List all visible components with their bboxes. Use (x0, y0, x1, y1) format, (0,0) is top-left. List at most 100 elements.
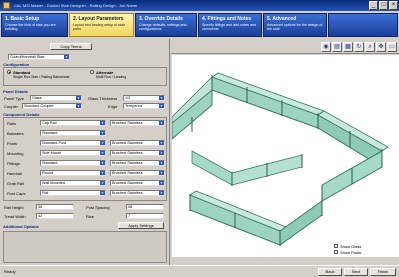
stair-railing-render (172, 55, 399, 257)
step-basic-setup[interactable]: 1. Basic Setup Choose the kind of stair … (1, 13, 68, 37)
zoom-icon[interactable]: ⌕ (365, 42, 375, 52)
step-desc: Choose the kind of stair you are buildin… (5, 23, 56, 32)
chevron-down-icon[interactable]: ▼ (159, 96, 164, 100)
app-icon (3, 2, 10, 9)
chevron-down-icon[interactable]: ▼ (100, 161, 105, 165)
component-select[interactable]: Cap Rail ▼ (40, 120, 106, 126)
components-group: Rails Cap Rail ▼ Brushed Stainless ▼ Balus… (3, 117, 167, 201)
component-value: Cap Rail (42, 121, 57, 125)
chevron-down-icon[interactable]: ▼ (159, 171, 164, 175)
status-bar: Ready Back Next Finish (0, 265, 399, 277)
apply-settings-button[interactable]: Apply Settings (118, 222, 164, 229)
component-finish-select[interactable]: Brushed Stainless ▼ (110, 180, 165, 186)
step-label: 4. Fittings and Notes (202, 16, 252, 22)
viewport-options: Show Glass Show Posts (332, 243, 399, 257)
style-select-value: Guard/Handrail Stair (10, 55, 45, 59)
title-bar: CAL MSI Master - Guided Stair Designer -… (0, 0, 399, 11)
maximize-icon[interactable]: □ (379, 1, 388, 10)
chevron-down-icon[interactable]: ▼ (159, 161, 164, 165)
eye-icon[interactable]: ◉ (321, 42, 331, 52)
component-finish-value: Brushed Stainless (112, 121, 143, 125)
component-finish-value: Brushed Stainless (112, 141, 143, 145)
next-button[interactable]: Next (344, 268, 368, 276)
component-select[interactable]: Round ▼ (40, 170, 106, 176)
component-finish-select[interactable]: Brushed Stainless ▼ (110, 120, 165, 126)
chevron-down-icon[interactable]: ▼ (100, 151, 105, 155)
component-select[interactable]: Standard Post ▼ (40, 140, 106, 146)
component-value: Standard Post (42, 141, 67, 145)
chevron-down-icon[interactable]: ▼ (76, 96, 81, 100)
component-label: Post Caps (7, 191, 26, 196)
step-desc: Specify fittings and add notes and comme… (202, 23, 256, 32)
chevron-down-icon[interactable]: ▼ (159, 151, 164, 155)
component-finish-select[interactable]: Brushed Stainless ▼ (110, 160, 165, 166)
glass-thickness-select[interactable]: 1/2 ▼ (123, 95, 165, 101)
step-advanced[interactable]: 5. Advanced Advanced options for the des… (263, 13, 327, 37)
print-icon[interactable]: ▭ (387, 42, 397, 52)
component-select[interactable]: Side Mount ▼ (40, 150, 106, 156)
chevron-down-icon[interactable]: ▼ (100, 141, 105, 145)
edge-label: Edge (108, 104, 118, 109)
chevron-down-icon[interactable]: ▼ (76, 104, 81, 108)
component-select[interactable]: Standard ▼ (40, 160, 106, 166)
step-spacer (328, 13, 398, 37)
component-finish-select[interactable]: Brushed Stainless ▼ (110, 170, 165, 176)
show-posts-label: Show Posts (340, 250, 362, 255)
edge-select[interactable]: Tempered ▼ (123, 103, 165, 109)
rotate-icon[interactable]: ↻ (354, 42, 364, 52)
config-alternate-radio[interactable] (90, 70, 94, 74)
step-layout-parameters[interactable]: 2. Layout Parameters Layout and landing … (69, 13, 134, 37)
3d-viewport[interactable]: Show Glass Show Posts (172, 55, 399, 257)
close-icon[interactable]: × (389, 1, 398, 10)
show-glass-label: Show Glass (340, 244, 362, 249)
component-select[interactable]: Standard ▼ (40, 130, 106, 136)
component-finish-value: Brushed Stainless (112, 171, 143, 175)
panel-type-label: Panel Type (4, 96, 24, 101)
step-label: 1. Basic Setup (5, 16, 40, 22)
pan-icon[interactable]: ✥ (376, 42, 386, 52)
component-value: Standard (42, 161, 58, 165)
chevron-down-icon[interactable]: ▼ (100, 191, 105, 195)
copy-terms-button[interactable]: Copy Terms (50, 43, 92, 50)
component-finish-select[interactable]: Brushed Stainless ▼ (110, 140, 165, 146)
finish-button[interactable]: Finish (370, 268, 396, 276)
show-glass-checkbox[interactable] (334, 244, 338, 248)
chevron-down-icon[interactable]: ▼ (100, 131, 105, 135)
chevron-down-icon[interactable]: ▼ (159, 141, 164, 145)
tread-width-input[interactable]: 42 (36, 213, 74, 219)
rise-input[interactable]: 7 (126, 213, 164, 219)
additional-options-group (3, 231, 167, 263)
chevron-down-icon[interactable]: ▼ (159, 191, 164, 195)
post-spacing-input[interactable]: 48 (126, 204, 164, 210)
component-finish-select[interactable]: Brushed Stainless ▼ (110, 150, 165, 156)
component-value: Flat (42, 191, 49, 195)
layers-icon[interactable]: ▤ (332, 42, 342, 52)
component-finish-value: Brushed Stainless (112, 191, 143, 195)
minimize-icon[interactable]: _ (369, 1, 378, 10)
component-select[interactable]: Wall Mounted ▼ (40, 180, 106, 186)
style-select[interactable]: Guard/Handrail Stair ▼ (8, 54, 70, 60)
step-override-details[interactable]: 3. Override Details Change defaults, set… (135, 13, 197, 37)
component-value: Side Mount (42, 151, 62, 155)
grid-icon[interactable]: ▦ (343, 42, 353, 52)
back-button[interactable]: Back (318, 268, 342, 276)
chevron-down-icon[interactable]: ▼ (100, 181, 105, 185)
chevron-down-icon[interactable]: ▼ (159, 104, 164, 108)
chevron-down-icon[interactable]: ▼ (100, 171, 105, 175)
step-desc: Advanced options for the design of the s… (267, 23, 323, 32)
panel-type-select[interactable]: Glass ▼ (30, 95, 82, 101)
chevron-down-icon[interactable]: ▼ (159, 181, 164, 185)
config-standard-radio[interactable] (7, 70, 11, 74)
config-standard-desc: Single Run Stair / Railing Balustrade (13, 75, 70, 79)
chevron-down-icon[interactable]: ▼ (64, 55, 69, 59)
step-fittings-notes[interactable]: 4. Fittings and Notes Specify fittings a… (198, 13, 262, 37)
chevron-down-icon[interactable]: ▼ (159, 121, 164, 125)
window-title: CAL MSI Master - Guided Stair Designer -… (14, 3, 138, 8)
component-finish-select[interactable]: Brushed Stainless ▼ (110, 190, 165, 196)
coupler-select[interactable]: Standard Coupler ▼ (22, 103, 82, 109)
rail-height-input[interactable]: 36 (36, 204, 74, 210)
chevron-down-icon[interactable]: ▼ (100, 121, 105, 125)
component-label: Grab Rail (7, 181, 24, 186)
component-select[interactable]: Flat ▼ (40, 190, 106, 196)
show-posts-checkbox[interactable] (334, 250, 338, 254)
